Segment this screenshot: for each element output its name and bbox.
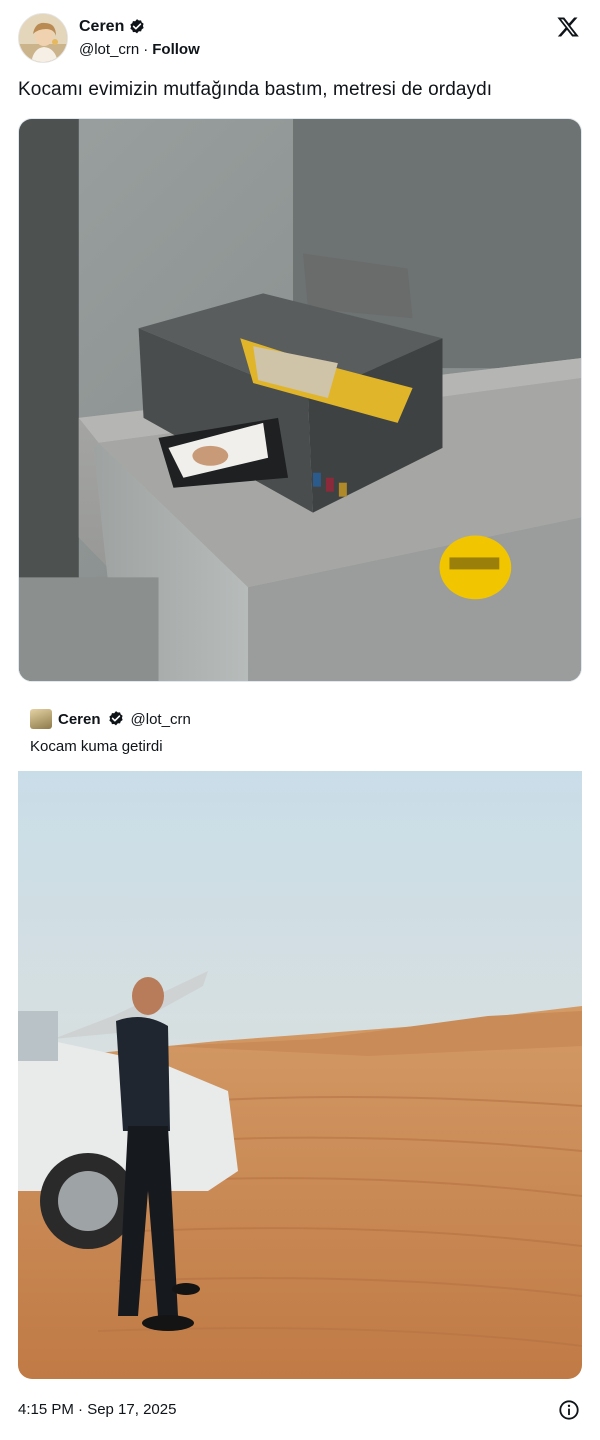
tweet-footer: 4:15 PM · Sep 17, 2025 [18, 1399, 582, 1423]
tweet-timestamp[interactable]: 4:15 PM · Sep 17, 2025 [18, 1401, 176, 1418]
author-display-name[interactable]: Ceren [79, 18, 124, 36]
verified-badge-icon [108, 711, 123, 726]
tweet-text: Kocamı evimizin mutfağında bastım, metre… [18, 79, 493, 100]
quoted-author-display-name: Ceren [58, 710, 101, 728]
quoted-tweet-photo-desert[interactable] [18, 771, 582, 1379]
x-logo-icon[interactable] [556, 15, 580, 39]
verified-badge-icon [130, 19, 144, 34]
author-avatar[interactable] [18, 13, 68, 63]
quoted-tweet-text: Kocam kuma getirdi [30, 738, 163, 755]
printer-photo-image [19, 119, 581, 681]
info-icon[interactable] [558, 1399, 580, 1421]
quoted-author-avatar [30, 709, 52, 729]
quoted-author-handle: @lot_crn [130, 710, 191, 728]
tweet-photo-printer[interactable] [18, 118, 582, 682]
follow-button[interactable]: Follow [152, 41, 200, 58]
author-avatar-image [19, 14, 67, 62]
author-handle-row: @lot_crn · Follow [79, 41, 200, 58]
desert-photo-image [18, 771, 582, 1379]
author-handle[interactable]: @lot_crn [79, 41, 139, 58]
author-name-row: Ceren [79, 18, 146, 36]
quoted-tweet-header[interactable]: Ceren @lot_crn [30, 709, 191, 729]
separator-dot: · [143, 41, 149, 58]
tweet-header: Ceren @lot_crn · Follow [18, 13, 588, 67]
